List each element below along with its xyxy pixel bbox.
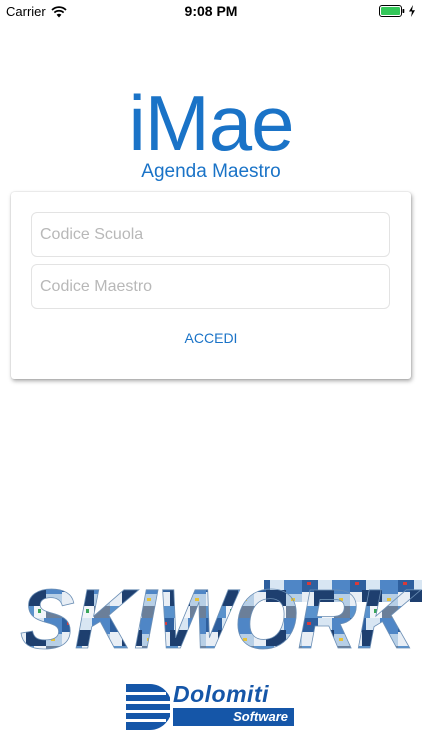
battery-indicator [379,5,416,17]
skiwork-logo: SKIWORK [20,578,422,658]
status-bar: Carrier 9:08 PM [0,0,422,24]
dolomiti-tagline: Software [233,709,288,724]
app-subtitle: Agenda Maestro [141,161,281,182]
battery-icon [379,5,405,17]
app-title: iMae [128,79,294,167]
school-code-field [31,212,390,257]
skiwork-text: SKIWORK [20,578,421,658]
teacher-code-input[interactable] [32,265,389,308]
status-time: 9:08 PM [184,3,238,19]
login-card: ACCEDI [11,192,411,379]
dolomiti-software-logo: Dolomiti Software [126,681,296,730]
school-code-input[interactable] [32,213,389,256]
dolomiti-name: Dolomiti [173,681,269,707]
teacher-code-field [31,264,390,309]
dolomiti-tag-bar: Software [173,708,294,726]
login-button[interactable]: ACCEDI [161,328,261,348]
charging-icon [409,5,415,17]
dolomiti-mark-icon [126,684,170,730]
